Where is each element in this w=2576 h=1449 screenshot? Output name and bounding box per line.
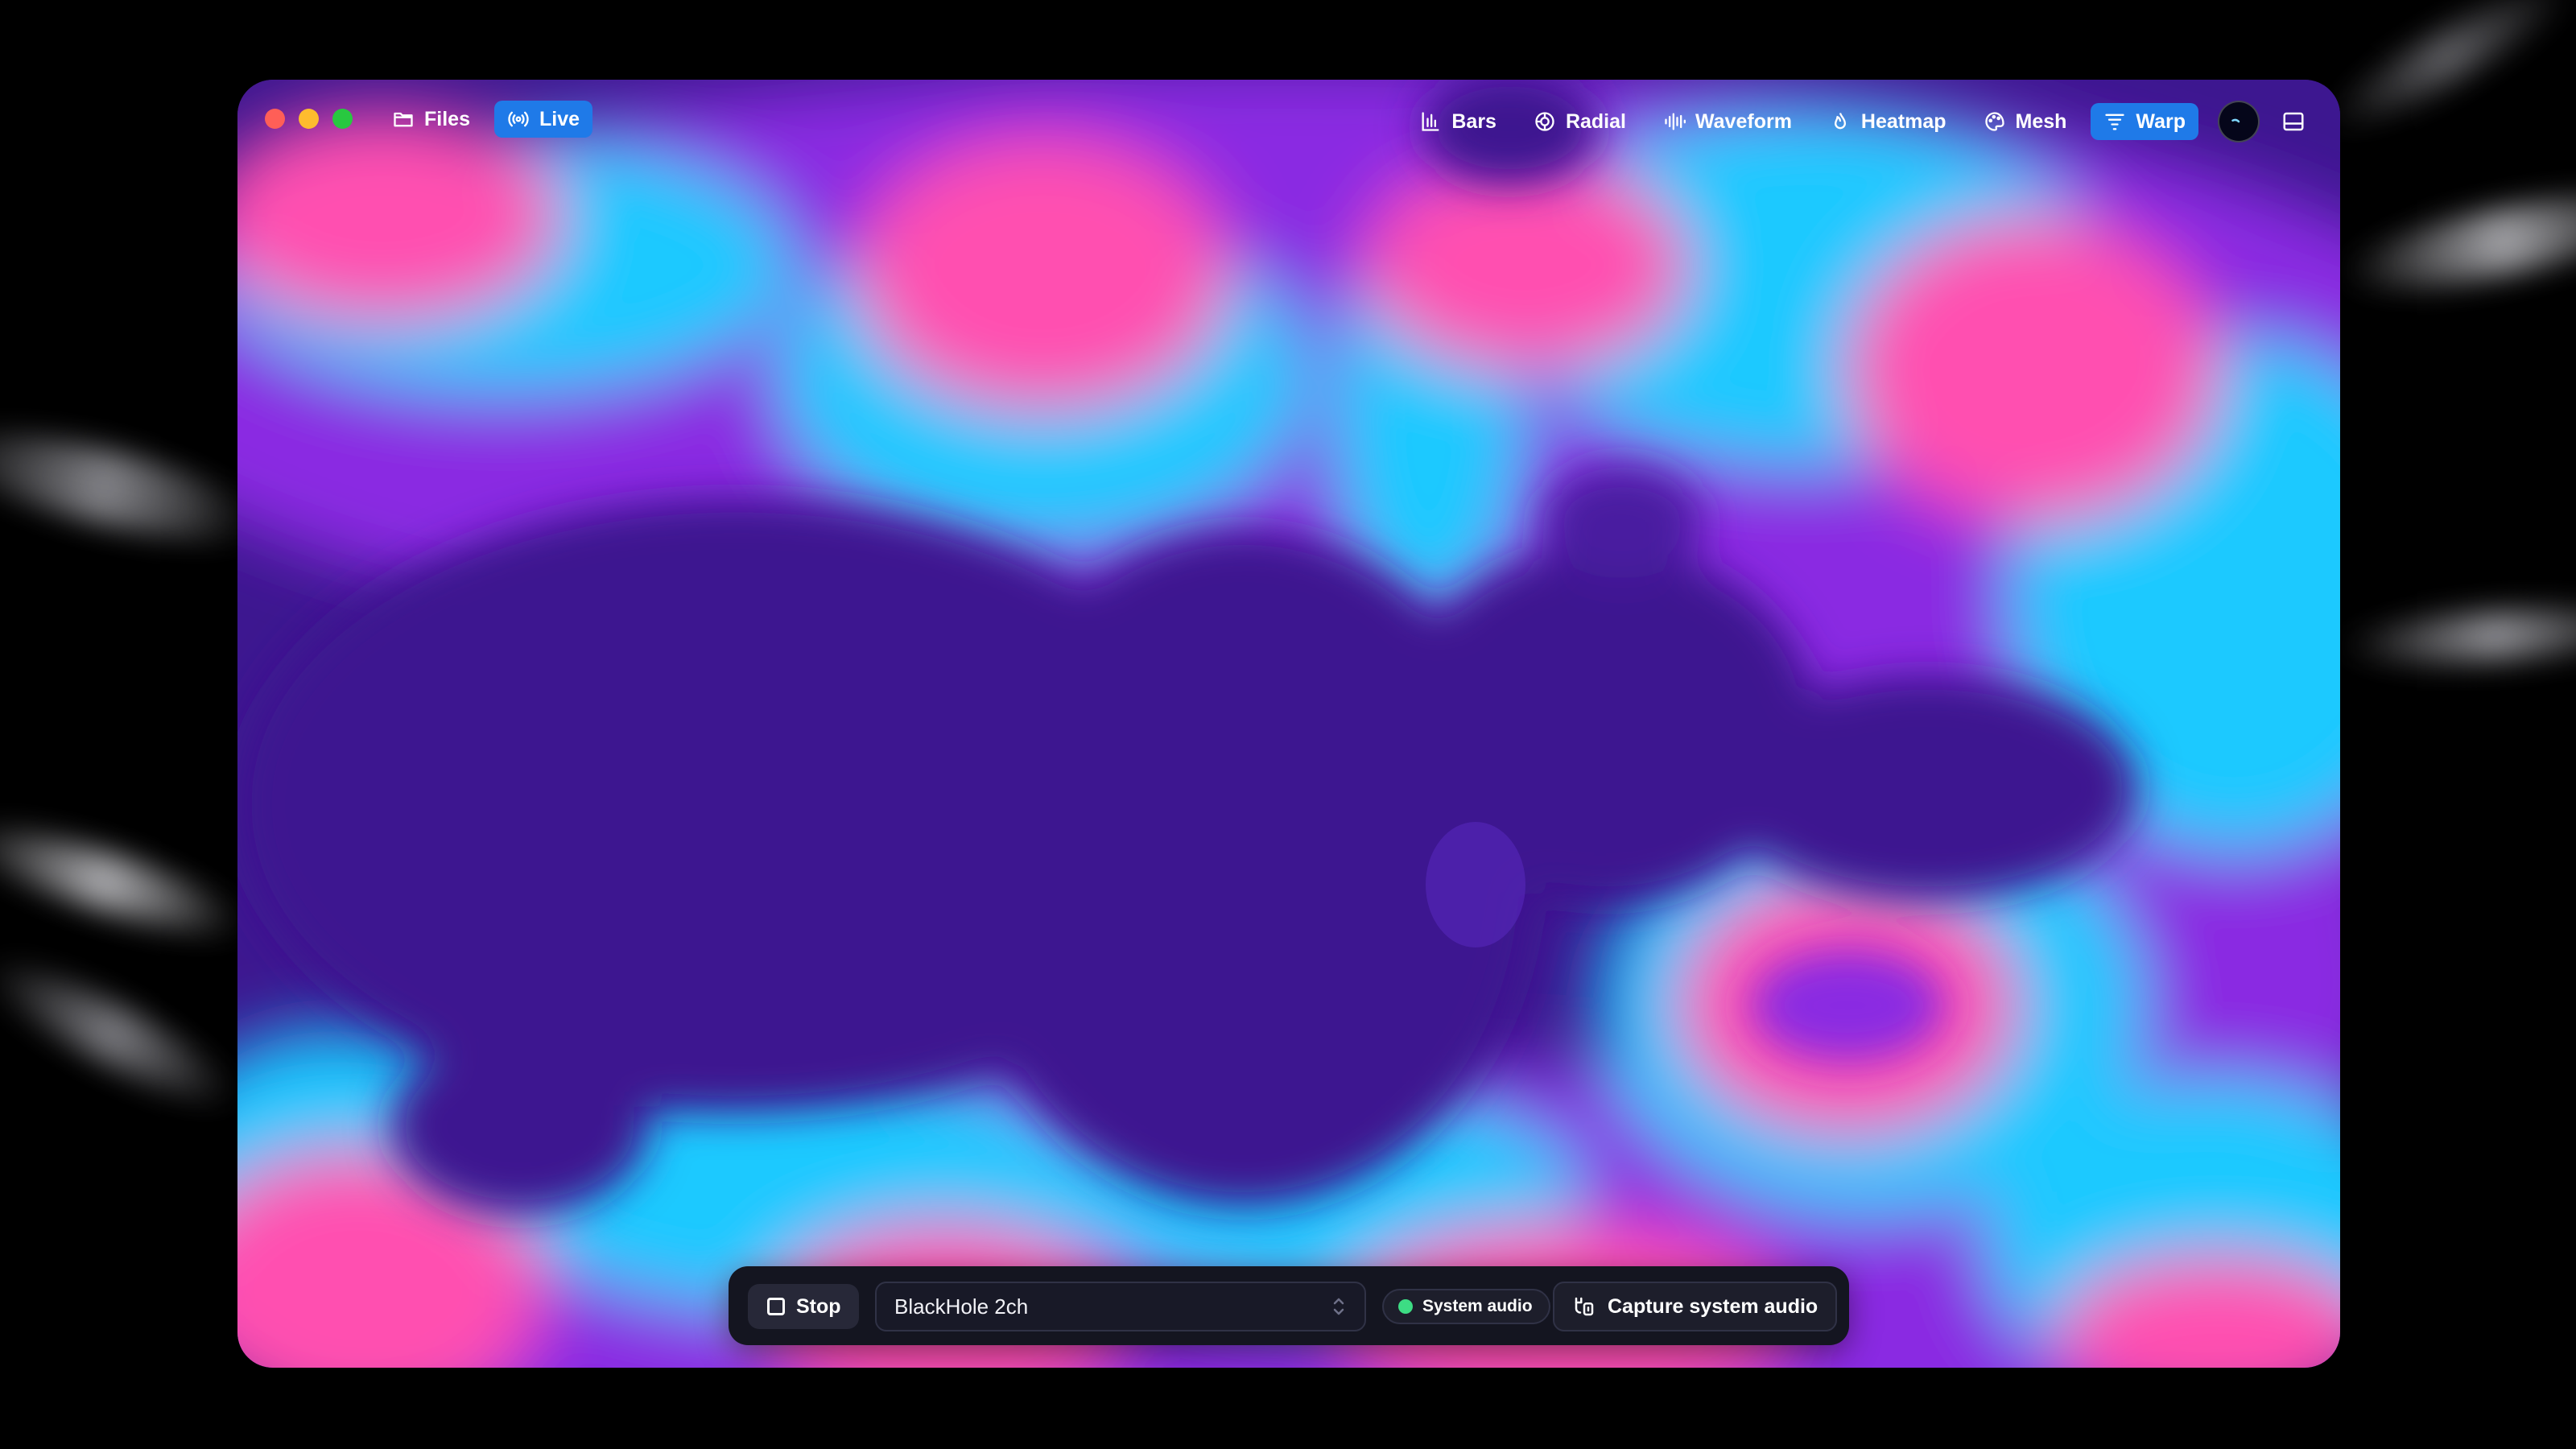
title-bar: Files Live Bars Radial Waveform Heatmap … <box>237 80 2340 157</box>
theme-toggle-button[interactable] <box>2218 101 2260 142</box>
tab-files[interactable]: Files <box>379 101 483 138</box>
capture-system-audio-button[interactable]: Capture system audio <box>1553 1282 1838 1331</box>
warp-visualization <box>237 80 2340 1368</box>
input-device-value: BlackHole 2ch <box>894 1294 1029 1319</box>
chevron-up-down-icon <box>1333 1298 1344 1315</box>
stop-label: Stop <box>796 1294 841 1318</box>
visualizer-tabs: Bars Radial Waveform Heatmap Mesh Warp <box>1406 101 2311 142</box>
stop-button[interactable]: Stop <box>748 1284 859 1329</box>
warp-icon <box>2105 114 2125 130</box>
tab-live-label: Live <box>539 107 580 130</box>
folder-icon <box>394 112 413 127</box>
stop-icon <box>767 1298 785 1315</box>
tab-bars[interactable]: Bars <box>1406 103 1509 140</box>
tab-bars-label: Bars <box>1451 109 1496 133</box>
tab-waveform[interactable]: Waveform <box>1650 103 1805 140</box>
capture-label: Capture system audio <box>1608 1294 1818 1318</box>
app-window: Files Live Bars Radial Waveform Heatmap … <box>237 80 2340 1368</box>
tab-warp[interactable]: Warp <box>2091 103 2198 140</box>
broadcast-icon <box>508 111 529 127</box>
tab-radial[interactable]: Radial <box>1521 103 1639 140</box>
tab-mesh[interactable]: Mesh <box>1971 103 2080 140</box>
status-dot-icon <box>1398 1299 1413 1314</box>
tab-heatmap-label: Heatmap <box>1860 109 1946 133</box>
radial-icon <box>1535 112 1554 131</box>
waveform-icon <box>1665 113 1686 130</box>
tab-heatmap[interactable]: Heatmap <box>1816 103 1959 140</box>
moon-icon <box>2231 118 2240 123</box>
source-tabs: Files Live <box>379 101 593 138</box>
palette-icon <box>1984 112 2004 131</box>
tab-waveform-label: Waveform <box>1695 109 1792 133</box>
close-window-button[interactable] <box>265 109 285 129</box>
tab-warp-label: Warp <box>2136 109 2186 133</box>
input-device-select[interactable]: BlackHole 2ch <box>875 1282 1366 1331</box>
sidebar-icon <box>2283 112 2304 131</box>
tab-live[interactable]: Live <box>493 101 593 138</box>
tab-mesh-label: Mesh <box>2015 109 2067 133</box>
tab-files-label: Files <box>424 107 470 130</box>
tab-radial-label: Radial <box>1565 109 1626 133</box>
window-controls <box>265 109 353 129</box>
bar-chart-icon <box>1422 112 1439 131</box>
status-label: System audio <box>1422 1297 1533 1315</box>
zoom-window-button[interactable] <box>332 109 353 129</box>
status-badge: System audio <box>1382 1289 1550 1324</box>
sidebar-toggle-button[interactable] <box>2276 104 2311 139</box>
flame-icon <box>1834 113 1846 130</box>
minimize-window-button[interactable] <box>299 109 319 129</box>
playback-controls: Stop BlackHole 2ch System audio Capture … <box>729 1266 1849 1345</box>
capture-audio-icon <box>1575 1297 1594 1316</box>
